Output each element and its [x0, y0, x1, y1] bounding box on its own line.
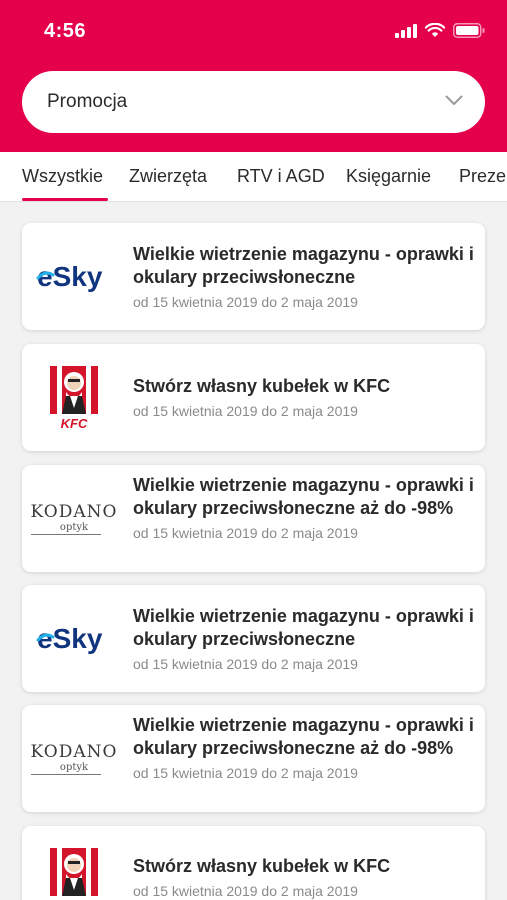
select-value: Promocja — [47, 91, 128, 112]
offer-title: Wielkie wietrzenie magazynu - oprawki i … — [133, 715, 474, 758]
offer-card[interactable]: eSky Wielkie wietrzenie magazynu - opraw… — [22, 223, 485, 330]
offer-title: Stwórz własny kubełek w KFC — [133, 376, 391, 396]
offer-card[interactable]: KFC Stwórz własny kubełek w KFC od 15 kw… — [22, 344, 485, 451]
category-tabs: Wszystkie Zwierzęta RTV i AGD Księgarnie… — [0, 152, 507, 202]
offer-card[interactable]: eSky Wielkie wietrzenie magazynu - opraw… — [22, 585, 485, 692]
tab-bookstores[interactable]: Księgarnie — [346, 166, 431, 187]
offer-title: Stwórz własny kubełek w KFC — [133, 856, 391, 876]
active-tab-indicator — [22, 198, 108, 201]
svg-text:KFC: KFC — [61, 416, 88, 430]
offer-date: od 15 kwietnia 2019 do 2 maja 2019 — [133, 294, 358, 310]
header: 4:56 Promocja — [0, 0, 507, 152]
offer-card[interactable]: KODANO optyk Wielkie wietrzenie magazynu… — [22, 705, 485, 812]
offer-date: od 15 kwietnia 2019 do 2 maja 2019 — [133, 525, 358, 541]
kodano-logo: KODANO optyk — [30, 501, 118, 535]
tab-rtv-agd[interactable]: RTV i AGD — [237, 166, 325, 187]
tab-gifts[interactable]: Prezenty — [459, 166, 507, 187]
svg-text:eSky: eSky — [37, 261, 103, 292]
kfc-logo: KFC — [22, 826, 126, 900]
tab-animals[interactable]: Zwierzęta — [129, 166, 207, 187]
promotion-type-select[interactable]: Promocja — [22, 71, 485, 133]
offer-title: Wielkie wietrzenie magazynu - oprawki i … — [133, 244, 474, 287]
status-bar: 4:56 — [0, 0, 507, 62]
kfc-logo: KFC — [22, 344, 126, 451]
svg-text:eSky: eSky — [37, 623, 103, 654]
offer-date: od 15 kwietnia 2019 do 2 maja 2019 — [133, 883, 358, 899]
offer-date: od 15 kwietnia 2019 do 2 maja 2019 — [133, 403, 358, 419]
esky-logo: eSky — [22, 585, 126, 692]
kodano-logo: KODANO optyk — [30, 741, 118, 775]
chevron-down-icon — [445, 95, 463, 105]
offer-title: Wielkie wietrzenie magazynu - oprawki i … — [133, 606, 474, 649]
tab-all[interactable]: Wszystkie — [22, 166, 103, 187]
status-icons — [395, 23, 485, 38]
offer-card[interactable]: KODANO optyk Wielkie wietrzenie magazynu… — [22, 465, 485, 572]
esky-logo: eSky — [22, 223, 126, 330]
status-time: 4:56 — [44, 20, 87, 42]
offer-title: Wielkie wietrzenie magazynu - oprawki i … — [133, 475, 474, 518]
wifi-icon — [425, 23, 445, 37]
offer-card[interactable]: KFC Stwórz własny kubełek w KFC od 15 kw… — [22, 826, 485, 900]
offer-date: od 15 kwietnia 2019 do 2 maja 2019 — [133, 765, 358, 781]
battery-icon — [453, 23, 485, 38]
offer-date: od 15 kwietnia 2019 do 2 maja 2019 — [133, 656, 358, 672]
signal-icon — [395, 23, 417, 38]
